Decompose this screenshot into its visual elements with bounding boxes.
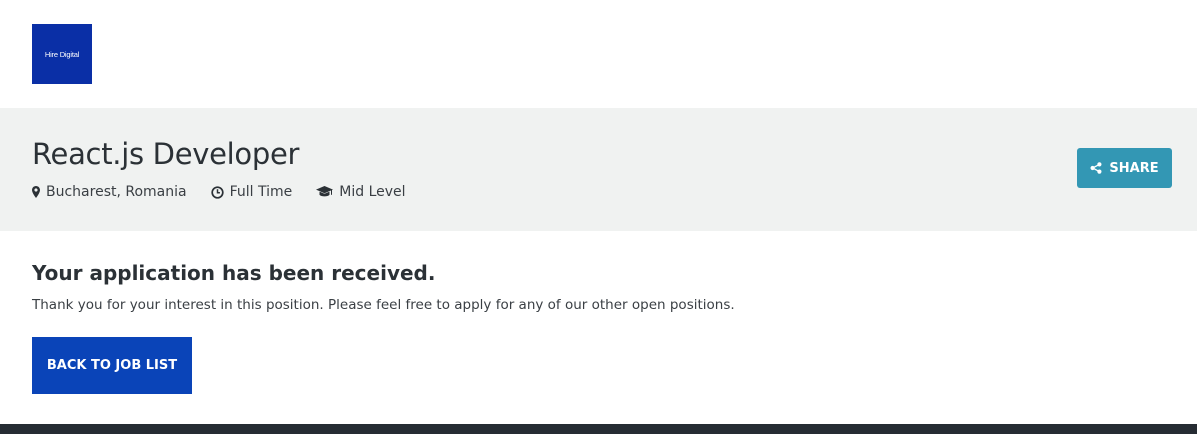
share-button-label: SHARE — [1109, 160, 1159, 176]
job-meta: Bucharest, Romania Full Time Mid Level — [32, 184, 430, 200]
job-level-label: Mid Level — [339, 184, 406, 200]
company-logo[interactable]: Hire Digital — [32, 24, 92, 84]
share-button[interactable]: SHARE — [1077, 148, 1172, 188]
share-icon — [1090, 162, 1102, 174]
job-location-label: Bucharest, Romania — [46, 184, 187, 200]
job-title: React.js Developer — [32, 137, 300, 171]
job-level: Mid Level — [316, 184, 406, 200]
back-to-job-list-button[interactable]: BACK TO JOB LIST — [32, 337, 192, 394]
job-type: Full Time — [210, 184, 293, 200]
clock-icon — [210, 185, 224, 199]
job-location: Bucharest, Romania — [32, 184, 187, 200]
confirmation-heading: Your application has been received. — [32, 261, 436, 285]
footer-bar — [0, 424, 1197, 434]
confirmation-message: Thank you for your interest in this posi… — [32, 297, 735, 313]
logo-area: Hire Digital — [32, 24, 92, 84]
job-type-label: Full Time — [229, 184, 293, 200]
location-pin-icon — [32, 186, 40, 198]
graduation-cap-icon — [316, 186, 334, 197]
